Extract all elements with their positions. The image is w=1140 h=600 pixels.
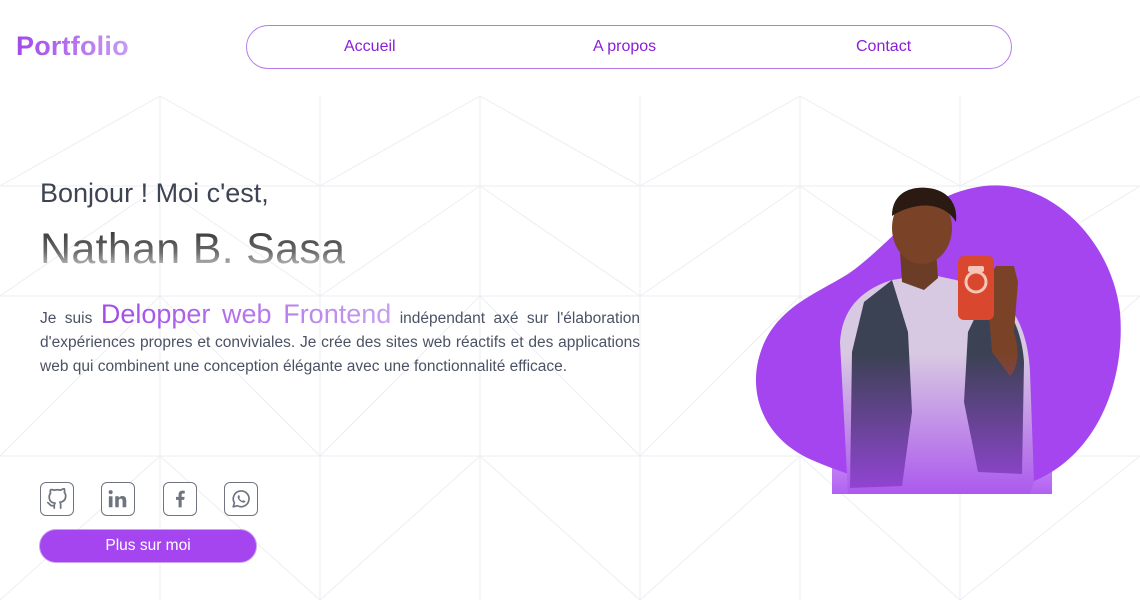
profile-photo bbox=[755, 182, 1121, 494]
logo[interactable]: Portfolio bbox=[16, 31, 129, 62]
nav-contact[interactable]: Contact bbox=[856, 26, 911, 68]
facebook-link[interactable] bbox=[163, 482, 197, 516]
linkedin-icon bbox=[108, 490, 127, 508]
whatsapp-icon bbox=[232, 490, 250, 508]
more-about-me-button[interactable]: Plus sur moi bbox=[39, 529, 257, 563]
nav-a-propos[interactable]: A propos bbox=[593, 26, 656, 68]
whatsapp-link[interactable] bbox=[224, 482, 258, 516]
facebook-icon bbox=[176, 490, 185, 508]
main-nav: Accueil A propos Contact bbox=[246, 25, 1012, 69]
role-title: Delopper web Frontend bbox=[100, 299, 392, 329]
github-icon bbox=[46, 488, 67, 510]
github-link[interactable] bbox=[40, 482, 74, 516]
greeting: Bonjour ! Moi c'est, bbox=[40, 178, 269, 208]
nav-accueil[interactable]: Accueil bbox=[344, 26, 396, 68]
linkedin-link[interactable] bbox=[101, 482, 135, 516]
hero-name: Nathan B. Sasa bbox=[40, 225, 346, 273]
bio-paragraph: Je suis Delopper web Frontend indépendan… bbox=[40, 299, 640, 379]
bio-prefix: Je suis bbox=[40, 310, 101, 327]
